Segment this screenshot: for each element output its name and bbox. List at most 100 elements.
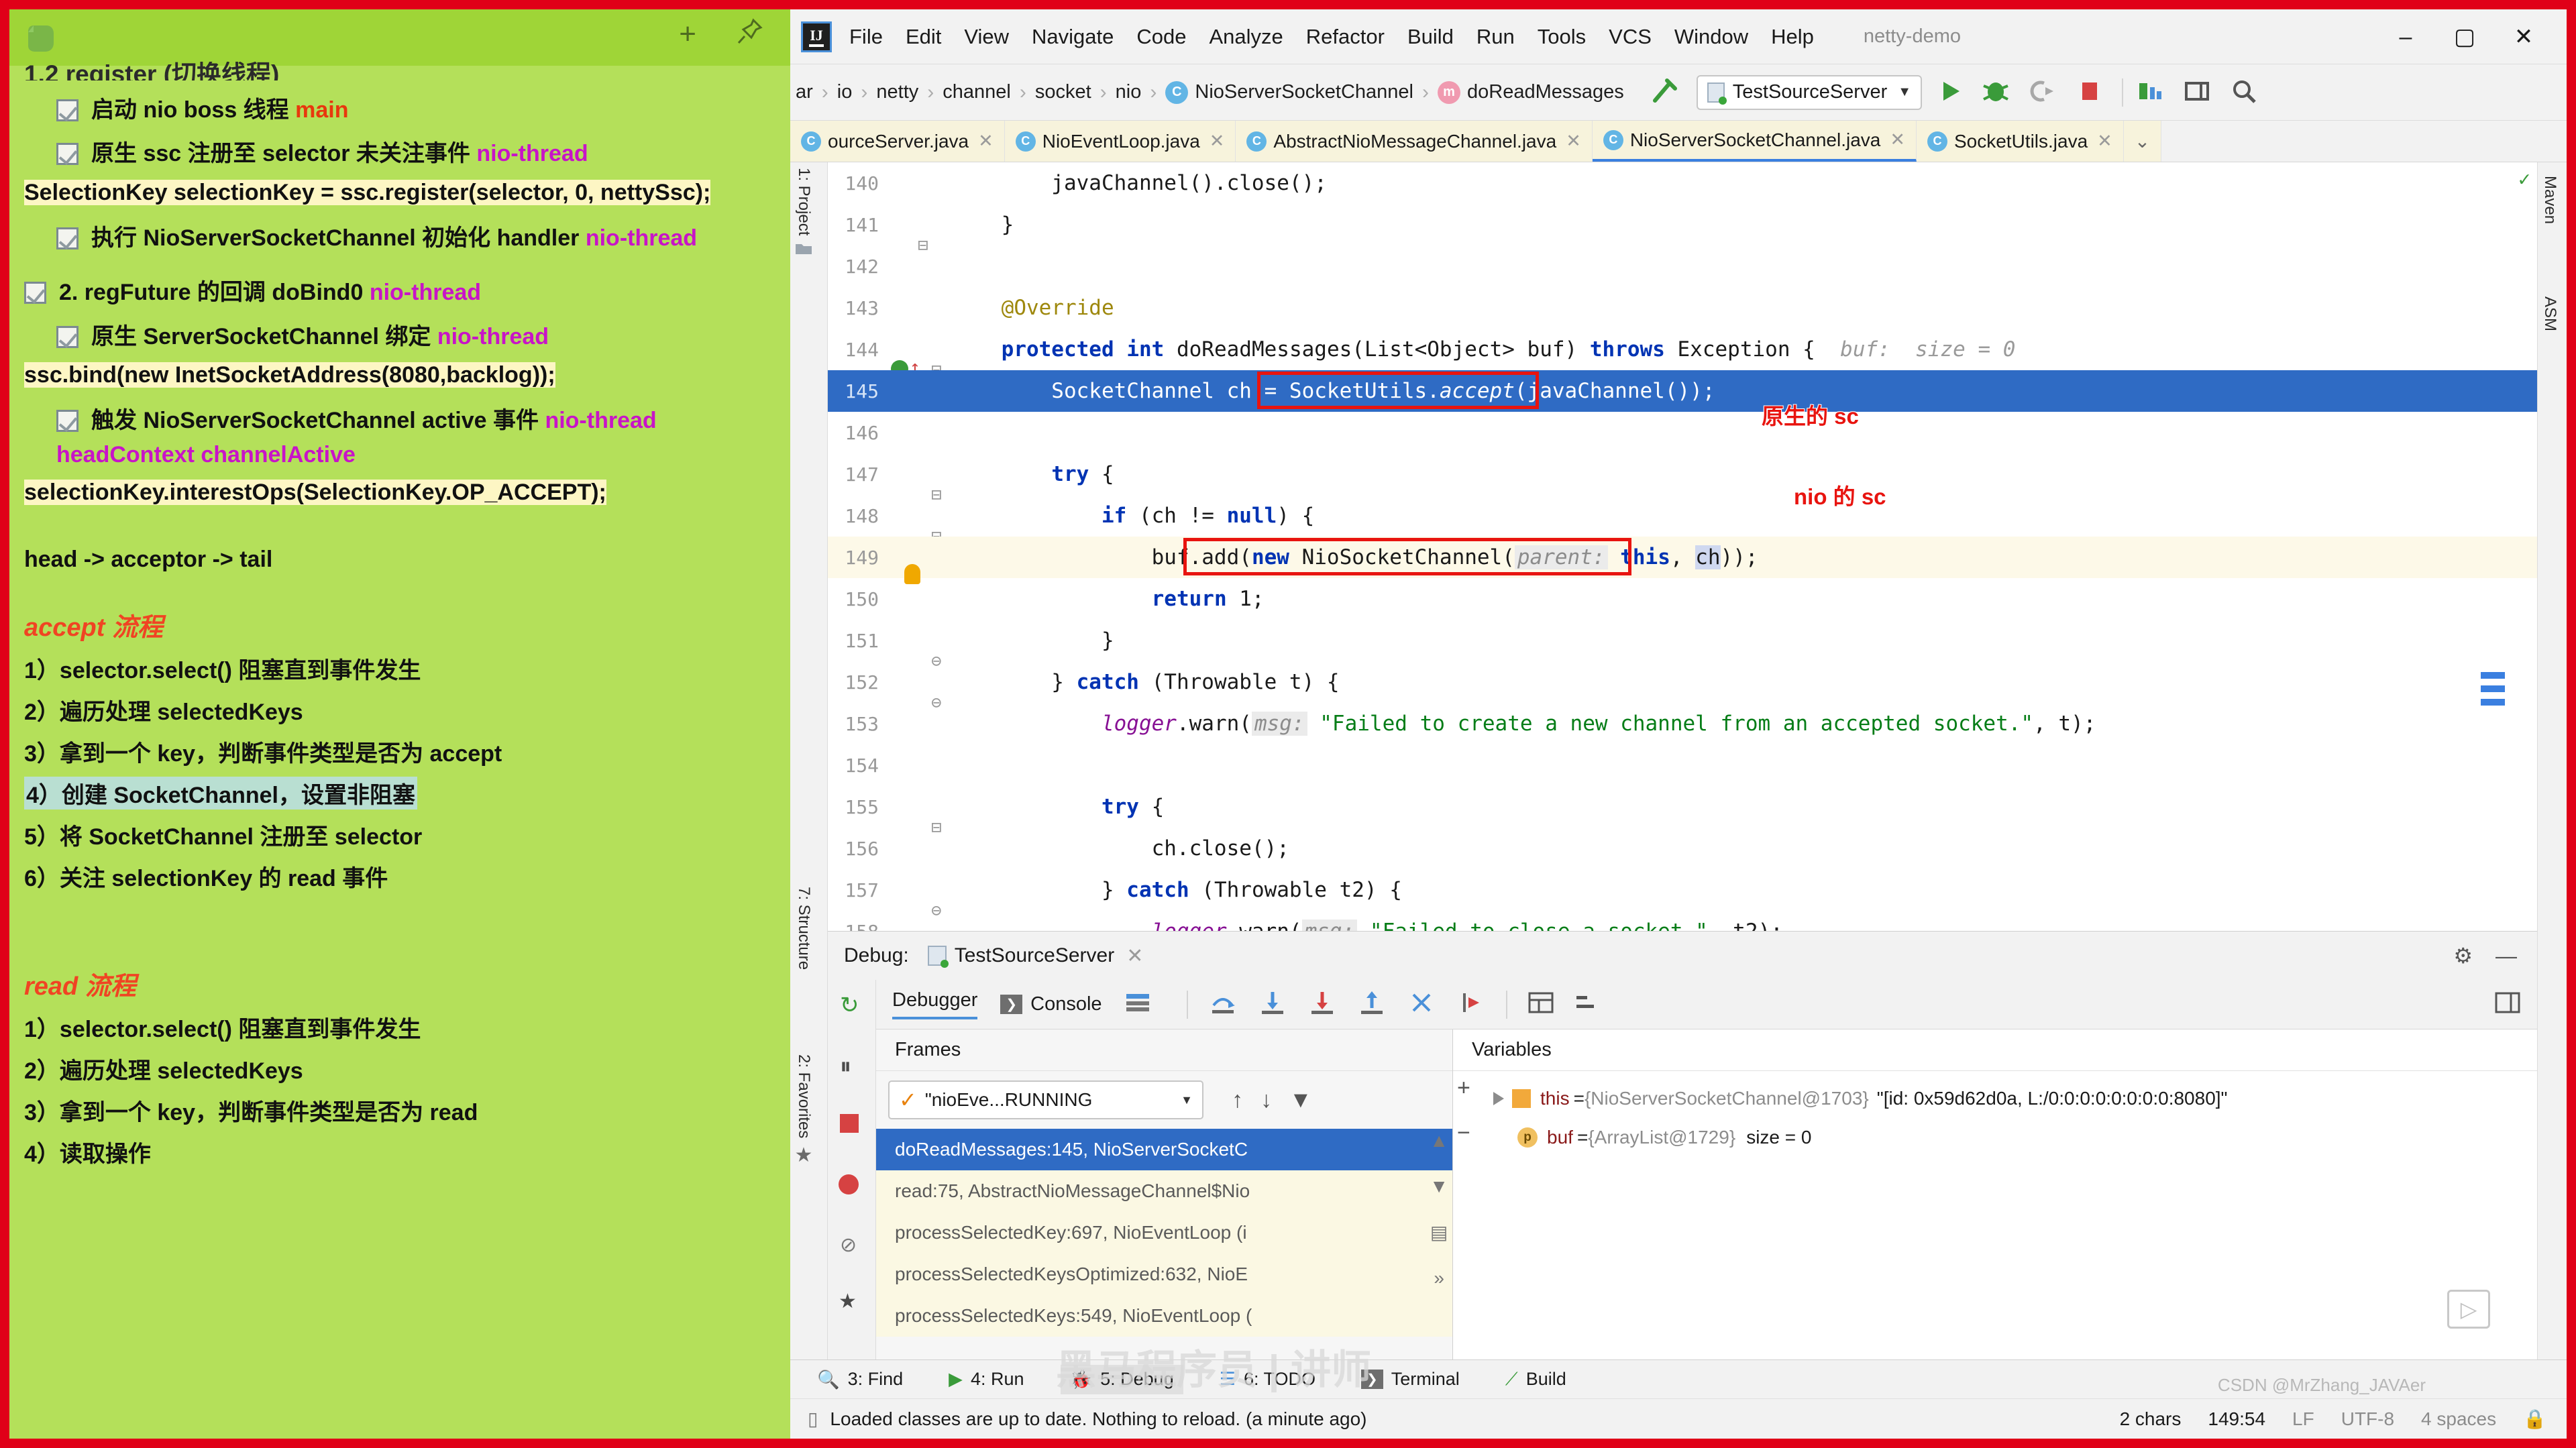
lock-icon[interactable]: 🔒 xyxy=(2523,1408,2546,1430)
status-line-separator[interactable]: LF xyxy=(2292,1408,2314,1430)
frame-row[interactable]: read:75, AbstractNioMessageChannel$Nio xyxy=(876,1170,1452,1212)
menu-tools[interactable]: Tools xyxy=(1538,25,1586,49)
frame-row[interactable]: processSelectedKey:697, NioEventLoop (i xyxy=(876,1212,1452,1254)
frame-row[interactable]: processSelectedKeys:549, NioEventLoop ( xyxy=(876,1295,1452,1337)
breadcrumb-item-class[interactable]: C NioServerSocketChannel xyxy=(1165,80,1413,104)
maximize-button[interactable]: ▢ xyxy=(2435,9,2494,64)
breadcrumb-item[interactable]: netty xyxy=(876,81,918,103)
breadcrumb-item[interactable]: io xyxy=(837,81,853,103)
code-line[interactable]: 150 return 1; xyxy=(828,578,2537,620)
expand-icon[interactable]: » xyxy=(1434,1268,1444,1289)
editor-tab-nioserversocketchannel[interactable]: C NioServerSocketChannel.java ✕ xyxy=(1592,121,1917,162)
layout-icon[interactable] xyxy=(2180,74,2217,111)
drop-frame-icon[interactable] xyxy=(1407,989,1436,1019)
scroll-up-icon[interactable]: ▲ xyxy=(1430,1130,1448,1152)
variable-row-buf[interactable]: p buf = {ArrayList@1729} size = 0 xyxy=(1453,1118,2537,1157)
force-step-into-icon[interactable] xyxy=(1307,989,1337,1019)
tab-debugger[interactable]: Debugger xyxy=(892,989,978,1019)
code-line[interactable]: 141 ⊟ } xyxy=(828,204,2537,256)
editor-scrollbar-marks[interactable] xyxy=(2481,672,2505,712)
menu-file[interactable]: File xyxy=(849,25,883,49)
layout-settings-icon[interactable] xyxy=(1125,991,1152,1017)
attach-process-icon[interactable] xyxy=(2025,74,2063,111)
code-line[interactable]: 148 ⊟ if (ch != null) { xyxy=(828,495,2537,547)
close-icon[interactable]: ✕ xyxy=(1890,129,1905,150)
search-icon[interactable] xyxy=(2226,74,2264,111)
bottom-tool-run[interactable]: ▶ 4: Run xyxy=(939,1365,1033,1394)
editor-tab-socketutils[interactable]: C SocketUtils.java ✕ xyxy=(1916,121,2124,162)
menu-analyze[interactable]: Analyze xyxy=(1209,25,1283,49)
code-line[interactable]: 155 ⊟ try { xyxy=(828,786,2537,838)
status-indent[interactable]: 4 spaces xyxy=(2421,1408,2496,1430)
close-button[interactable]: ✕ xyxy=(2494,9,2553,64)
run-icon[interactable] xyxy=(1931,74,1969,111)
code-line[interactable]: 146 xyxy=(828,412,2537,453)
code-line[interactable]: 157 ⊖ } catch (Throwable t2) { xyxy=(828,869,2537,921)
menu-run[interactable]: Run xyxy=(1477,25,1515,49)
sidebar-item-favorites[interactable]: 2: Favorites ★ xyxy=(794,1054,813,1167)
expand-triangle-icon[interactable] xyxy=(1493,1092,1504,1105)
pin-icon[interactable] xyxy=(735,17,763,51)
bottom-tool-build[interactable]: ⟋ Build xyxy=(1496,1365,1576,1394)
code-line[interactable]: 147 ⊟ try { xyxy=(828,453,2537,505)
code-line[interactable]: 156 ch.close(); xyxy=(828,828,2537,869)
code-line[interactable]: 149 buf.add(new NioSocketChannel(parent:… xyxy=(828,537,2537,584)
code-line[interactable]: 154 xyxy=(828,744,2537,786)
code-editor[interactable]: 140 javaChannel().close(); 141 ⊟ } 142 1… xyxy=(828,162,2537,931)
breadcrumb-item[interactable]: ar xyxy=(796,81,813,103)
move-up-icon[interactable]: ↑ xyxy=(1232,1087,1243,1113)
evaluate-expression-icon[interactable] xyxy=(1527,991,1554,1017)
pause-icon[interactable]: ⏸ xyxy=(840,1054,851,1080)
scroll-down-icon[interactable]: ▼ xyxy=(1430,1176,1448,1197)
debug-session-tab[interactable]: TestSourceServer ✕ xyxy=(927,944,1143,968)
status-encoding[interactable]: UTF-8 xyxy=(2341,1408,2394,1430)
mute-breakpoints-icon[interactable]: ⊘ xyxy=(840,1233,857,1257)
menu-code[interactable]: Code xyxy=(1136,25,1186,49)
resume-program-icon[interactable]: ↻ xyxy=(840,992,859,1019)
bottom-tool-find[interactable]: 🔍 3: Find xyxy=(808,1365,912,1394)
coverage-icon[interactable] xyxy=(2133,74,2170,111)
status-caret-position[interactable]: 149:54 xyxy=(2208,1408,2265,1430)
frame-row[interactable]: processSelectedKeysOptimized:632, NioE xyxy=(876,1254,1452,1295)
checkbox-icon[interactable] xyxy=(56,325,78,348)
note-check-item[interactable]: 触发 NioServerSocketChannel active 事件 nio-… xyxy=(56,407,775,435)
code-line[interactable]: 142 xyxy=(828,245,2537,287)
menu-navigate[interactable]: Navigate xyxy=(1032,25,1114,49)
thread-selector[interactable]: ✓ "nioEve...RUNNING ▼ xyxy=(888,1080,1203,1119)
favorites-star-icon[interactable]: ★ xyxy=(839,1290,857,1313)
close-icon[interactable]: ✕ xyxy=(1126,944,1143,968)
note-check-item[interactable]: 2. regFuture 的回调 doBind0 nio-thread xyxy=(24,279,775,307)
step-into-icon[interactable] xyxy=(1258,989,1287,1019)
add-note-icon[interactable]: + xyxy=(679,19,696,49)
minimize-button[interactable]: – xyxy=(2376,9,2435,64)
code-line[interactable]: 151 ⊖ } xyxy=(828,620,2537,671)
note-check-item[interactable]: 原生 ServerSocketChannel 绑定 nio-thread xyxy=(56,323,775,351)
debug-icon[interactable] xyxy=(1978,74,2016,111)
code-line[interactable]: 140 javaChannel().close(); xyxy=(828,162,2537,204)
note-check-item[interactable]: 原生 ssc 注册至 selector 未关注事件 nio-thread xyxy=(56,140,775,168)
restore-layout-icon[interactable] xyxy=(2494,991,2537,1017)
close-icon[interactable]: ✕ xyxy=(1566,131,1581,152)
settings-icon[interactable] xyxy=(1574,991,1601,1017)
hide-panel-icon[interactable]: — xyxy=(2496,944,2517,968)
tab-console[interactable]: ❯ Console xyxy=(1000,993,1102,1015)
code-line[interactable]: 143 @Override xyxy=(828,287,2537,329)
filter-icon[interactable]: ▼ xyxy=(1289,1087,1312,1113)
sidebar-item-maven[interactable]: Maven xyxy=(2540,176,2559,224)
checkbox-icon[interactable] xyxy=(56,410,78,433)
checkbox-icon[interactable] xyxy=(56,99,78,121)
step-over-icon[interactable] xyxy=(1208,989,1238,1019)
run-to-cursor-icon[interactable] xyxy=(1456,989,1486,1019)
settings-gear-icon[interactable]: ⚙ xyxy=(2453,943,2473,968)
menu-build[interactable]: Build xyxy=(1407,25,1454,49)
menu-help[interactable]: Help xyxy=(1771,25,1814,49)
breadcrumb-item[interactable]: channel xyxy=(943,81,1011,103)
close-icon[interactable]: ✕ xyxy=(1210,131,1225,152)
editor-tab-overflow-button[interactable]: ⌄ xyxy=(2123,121,2162,162)
remove-watch-icon[interactable]: − xyxy=(1457,1120,1470,1146)
code-line-current[interactable]: 145 SocketChannel ch = SocketUtils.accep… xyxy=(828,370,2537,412)
code-line[interactable]: 153 logger.warn(msg: "Failed to create a… xyxy=(828,703,2537,744)
copy-stack-icon[interactable]: ▤ xyxy=(1430,1221,1448,1243)
breadcrumb-item[interactable]: nio xyxy=(1116,81,1142,103)
checkbox-icon[interactable] xyxy=(56,143,78,166)
